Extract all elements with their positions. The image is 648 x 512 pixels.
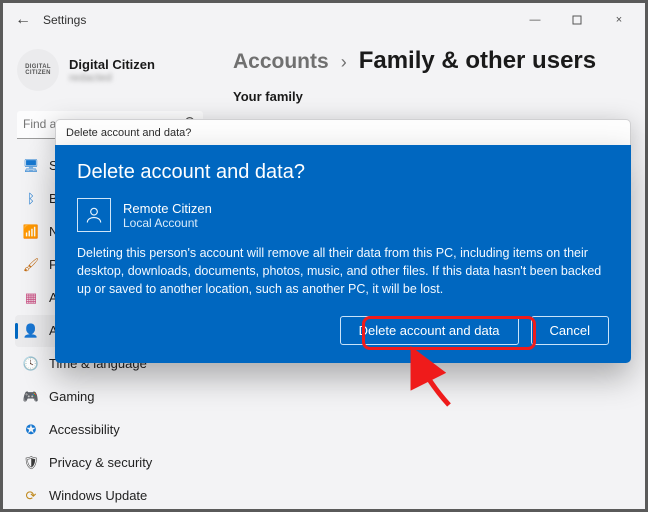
- avatar: DIGITAL CITIZEN: [17, 49, 59, 91]
- profile-block[interactable]: DIGITAL CITIZEN Digital Citizen redacted: [15, 43, 211, 105]
- cancel-button[interactable]: Cancel: [531, 316, 609, 345]
- dialog-titlebar: Delete account and data?: [55, 119, 631, 145]
- sidebar-item-label: Accessibility: [49, 422, 120, 437]
- sidebar-item-accessibility[interactable]: ✪ Accessibility: [15, 414, 203, 446]
- gaming-icon: 🎮: [23, 389, 39, 405]
- dialog-heading: Delete account and data?: [77, 161, 609, 184]
- dialog-user-name: Remote Citizen: [123, 201, 212, 216]
- sidebar-item-windows-update[interactable]: ⟳ Windows Update: [15, 480, 203, 509]
- delete-account-dialog: Delete account and data? Remote Citizen …: [55, 145, 631, 363]
- system-icon: 🖥: [23, 158, 39, 174]
- sidebar-item-label: Privacy & security: [49, 455, 152, 470]
- sidebar-item-label: Windows Update: [49, 488, 147, 503]
- apps-icon: ▦: [23, 290, 39, 306]
- breadcrumb: Accounts › Family & other users: [233, 47, 623, 75]
- personalization-icon: 🖌: [23, 257, 39, 273]
- delete-account-and-data-button[interactable]: Delete account and data: [340, 316, 519, 345]
- sidebar-item-label: Gaming: [49, 389, 95, 404]
- close-button[interactable]: ×: [599, 6, 639, 34]
- sidebar-item-gaming[interactable]: 🎮 Gaming: [15, 381, 203, 413]
- network-icon: 📶: [23, 224, 39, 240]
- section-your-family: Your family: [233, 89, 623, 104]
- window-titlebar: ← Settings — ×: [3, 3, 645, 37]
- minimize-button[interactable]: —: [515, 6, 555, 34]
- time-icon: 🕓: [23, 356, 39, 372]
- person-icon: [77, 198, 111, 232]
- maximize-button[interactable]: [557, 6, 597, 34]
- window-title: Settings: [43, 13, 86, 27]
- privacy-icon: 🛡: [23, 455, 39, 471]
- sidebar-item-privacy-security[interactable]: 🛡 Privacy & security: [15, 447, 203, 479]
- back-button[interactable]: ←: [9, 11, 37, 29]
- dialog-user-type: Local Account: [123, 216, 212, 230]
- breadcrumb-parent[interactable]: Accounts: [233, 50, 329, 74]
- accessibility-icon: ✪: [23, 422, 39, 438]
- dialog-message: Deleting this person's account will remo…: [77, 244, 609, 298]
- bluetooth-icon: ᛒ: [23, 191, 39, 207]
- chevron-right-icon: ›: [341, 52, 347, 73]
- accounts-icon: 👤: [23, 323, 39, 339]
- profile-name: Digital Citizen: [69, 57, 155, 72]
- page-title: Family & other users: [359, 47, 596, 75]
- windows-icon: ⟳: [23, 488, 39, 504]
- profile-email: redacted: [69, 72, 155, 84]
